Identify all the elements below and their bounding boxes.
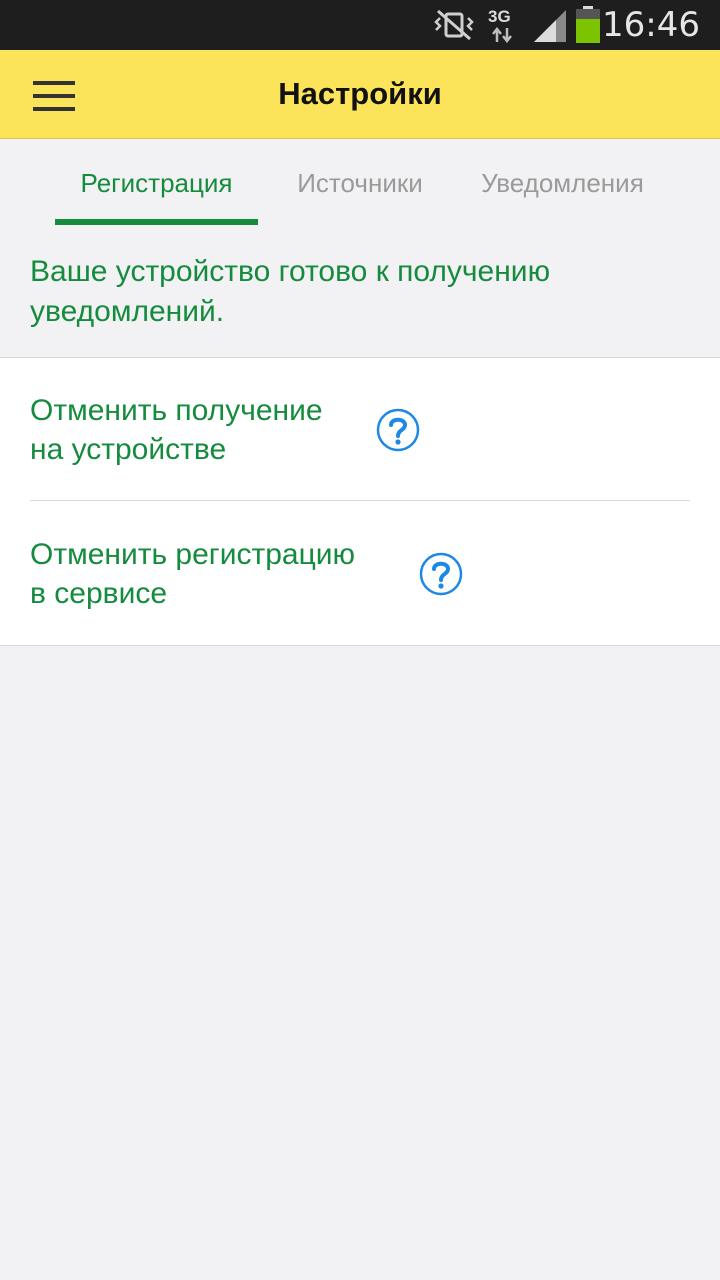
cancel-service-registration-line2: в сервисе bbox=[30, 577, 168, 610]
data-arrows-icon bbox=[492, 27, 512, 43]
cancel-service-registration-button[interactable]: Отменить регистрацию в сервисе bbox=[30, 501, 690, 643]
cancel-service-registration-line1: Отменить регистрацию bbox=[30, 538, 356, 571]
page-title: Настройки bbox=[278, 76, 442, 111]
help-icon[interactable] bbox=[376, 408, 420, 452]
network-3g-icon: 3G bbox=[488, 7, 518, 45]
tab-registration-label: Регистрация bbox=[80, 168, 233, 198]
settings-card: Отменить получение на устройстве Отменит… bbox=[0, 357, 720, 646]
battery-icon bbox=[576, 6, 600, 43]
status-bar: 3G 16:46 bbox=[0, 0, 720, 50]
tab-notifications[interactable]: Уведомления bbox=[465, 139, 660, 225]
tab-notifications-label: Уведомления bbox=[481, 168, 644, 198]
cancel-device-receiving-button[interactable]: Отменить получение на устройстве bbox=[30, 358, 690, 500]
tab-sources-label: Источники bbox=[297, 168, 423, 198]
cancel-device-receiving-line1: Отменить получение bbox=[30, 394, 323, 427]
active-tab-indicator bbox=[55, 219, 258, 225]
status-time: 16:46 bbox=[602, 5, 700, 45]
tab-registration[interactable]: Регистрация bbox=[55, 139, 258, 225]
tab-bar: Регистрация Источники Уведомления bbox=[0, 139, 720, 225]
tab-sources[interactable]: Источники bbox=[275, 139, 445, 225]
hamburger-menu-icon[interactable] bbox=[22, 68, 86, 120]
cancel-device-receiving-line2: на устройстве bbox=[30, 433, 227, 466]
app-toolbar: Настройки bbox=[0, 50, 720, 139]
registration-status-message: Ваше устройство готово к получению уведо… bbox=[30, 255, 551, 328]
network-type-label: 3G bbox=[488, 7, 511, 26]
vibrate-icon bbox=[434, 9, 474, 41]
signal-icon bbox=[534, 10, 566, 42]
help-icon[interactable] bbox=[419, 552, 463, 596]
